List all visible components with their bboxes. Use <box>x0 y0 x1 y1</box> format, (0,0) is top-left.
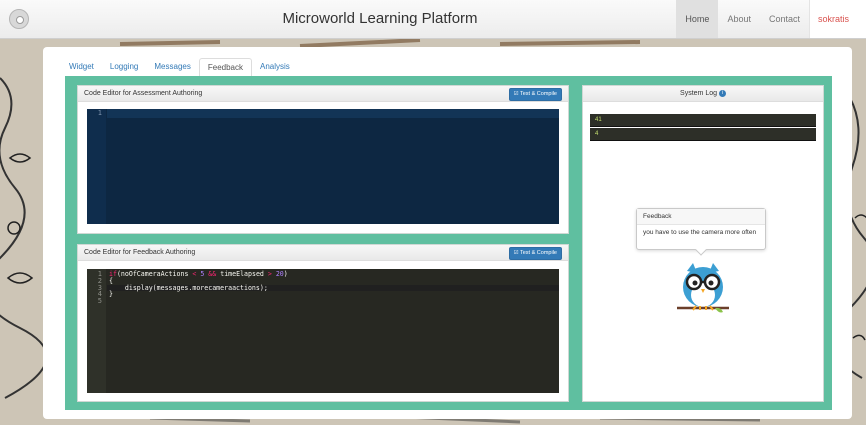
main-card: Widget Logging Messages Feedback Analysi… <box>43 47 852 419</box>
assessment-code-area[interactable] <box>107 109 559 118</box>
assessment-editor-panel: Code Editor for Assessment Authoring ☑ T… <box>77 85 569 234</box>
nav-about[interactable]: About <box>718 0 760 38</box>
user-link[interactable]: sokratis <box>809 0 866 38</box>
feedback-editor-header: Code Editor for Feedback Authoring ☑ Tes… <box>78 245 568 261</box>
owl-icon <box>677 263 729 313</box>
code-line: if(noOfCameraActions < 5 && timeElapsed … <box>107 271 559 278</box>
active-line <box>107 109 559 118</box>
popover-title: Feedback <box>637 209 765 225</box>
code-line: } <box>109 290 113 299</box>
check-square-icon: ☑ <box>513 91 519 97</box>
line-number: 1 <box>97 270 102 278</box>
workspace-area: Code Editor for Assessment Authoring ☑ T… <box>65 76 832 410</box>
feedback-code-area[interactable]: if(noOfCameraActions < 5 && timeElapsed … <box>107 269 559 305</box>
tab-widget[interactable]: Widget <box>61 58 102 77</box>
line-number: 3 <box>97 283 102 292</box>
assessment-gutter: 1 <box>87 109 106 224</box>
assessment-code-editor[interactable]: 1 <box>87 109 559 224</box>
log-entry: 41 <box>590 114 816 127</box>
code-token: 5 <box>196 270 209 278</box>
check-square-icon: ☑ <box>513 250 519 256</box>
line-number: 4 <box>97 290 102 299</box>
tab-bar: Widget Logging Messages Feedback Analysi… <box>61 58 298 79</box>
system-log-title: System Log <box>680 90 717 97</box>
page-title: Microworld Learning Platform <box>282 10 478 27</box>
line-number: 1 <box>97 109 102 117</box>
code-token: 20 <box>271 270 284 278</box>
feedback-compile-button[interactable]: ☑ Test & Compile <box>508 247 562 260</box>
popover-body: you have to use the camera more often <box>643 229 757 236</box>
info-circle-icon[interactable]: i <box>718 89 726 97</box>
assessment-editor-header: Code Editor for Assessment Authoring ☑ T… <box>78 86 568 102</box>
main-nav: Home About Contact sokratis <box>676 0 866 38</box>
line-number: 5 <box>97 297 102 306</box>
tab-analysis[interactable]: Analysis <box>252 58 298 77</box>
tab-logging[interactable]: Logging <box>102 58 146 77</box>
line-number: 2 <box>97 276 102 285</box>
feedback-gutter: 1 2 3 4 5 <box>87 269 106 393</box>
code-token: timeElapsed <box>216 270 268 278</box>
feedback-editor-title: Code Editor for Feedback Authoring <box>84 249 196 256</box>
assessment-compile-label: Test & Compile <box>520 91 557 97</box>
nav-contact[interactable]: Contact <box>760 0 809 38</box>
code-token: (noOfCameraActions <box>116 270 193 278</box>
assessment-compile-button[interactable]: ☑ Test & Compile <box>508 88 562 101</box>
system-log-header: System Log i <box>583 86 823 102</box>
system-log-panel: System Log i 41 4 Feedback you have to u… <box>582 85 824 402</box>
code-line: display(messages.morecameraactions); <box>107 284 559 292</box>
assessment-editor-title: Code Editor for Assessment Authoring <box>84 90 203 97</box>
feedback-code-editor[interactable]: 1 2 3 4 5 if(noOfCameraActions < 5 && ti… <box>87 269 559 393</box>
feedback-editor-panel: Code Editor for Feedback Authoring ☑ Tes… <box>77 244 569 402</box>
code-token: ) <box>283 270 288 278</box>
top-navbar: Microworld Learning Platform Home About … <box>0 0 866 39</box>
feedback-compile-label: Test & Compile <box>520 250 557 256</box>
feedback-popover: Feedback you have to use the camera more… <box>636 208 766 250</box>
log-entry: 4 <box>590 128 816 141</box>
nav-home[interactable]: Home <box>676 0 719 38</box>
tab-messages[interactable]: Messages <box>146 58 198 77</box>
